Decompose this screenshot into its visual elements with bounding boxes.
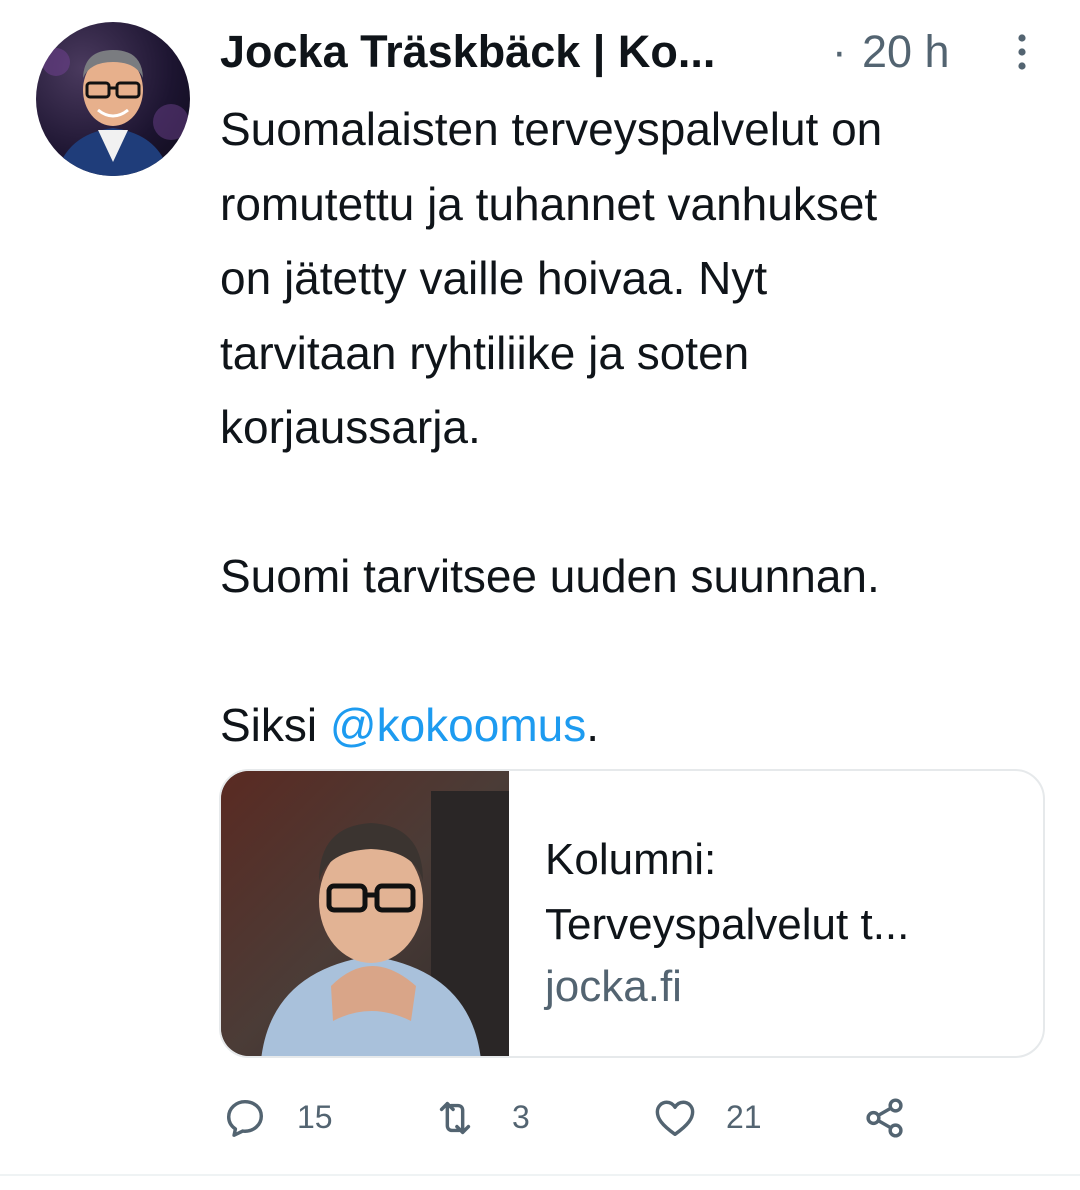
tweet-text-line: on jätetty vaille hoivaa. Nyt — [220, 252, 768, 304]
share-button[interactable] — [860, 1085, 920, 1145]
reply-button[interactable]: 15 — [220, 1085, 360, 1145]
tweet-text-line: korjaussarja. — [220, 401, 481, 453]
like-button[interactable]: 21 — [650, 1085, 790, 1145]
tweet-header: Jocka Träskbäck | Ko... · 20 h — [220, 26, 1040, 82]
retweet-count: 3 — [512, 1099, 530, 1135]
tweet-text-line: Siksi @kokoomus. — [220, 688, 1060, 763]
tweet-text-line: romutettu ja tuhannet vanhukset — [220, 177, 878, 230]
reply-icon — [226, 1099, 264, 1137]
timestamp[interactable]: 20 h — [862, 26, 950, 78]
card-title: Kolumni: Terveyspalvelut t... — [545, 827, 1025, 957]
link-card[interactable]: Kolumni: Terveyspalvelut t... jocka.fi — [219, 769, 1045, 1058]
more-vertical-icon[interactable] — [1010, 32, 1034, 72]
author-avatar[interactable] — [36, 22, 190, 176]
card-title-line: Terveyspalvelut t... — [545, 900, 910, 949]
card-title-line: Kolumni: — [545, 835, 717, 884]
retweet-button[interactable]: 3 — [432, 1085, 572, 1145]
heart-icon — [655, 1100, 695, 1137]
author-name[interactable]: Jocka Träskbäck | Ko... — [220, 26, 715, 78]
mention-link[interactable]: @kokoomus — [330, 699, 586, 751]
tweet-divider — [0, 1174, 1080, 1176]
separator-dot: · — [832, 27, 847, 76]
reply-count: 15 — [297, 1099, 333, 1135]
mention-suffix: . — [586, 699, 600, 751]
card-thumbnail — [221, 771, 509, 1056]
tweet-text: Suomalaisten terveyspalvelut on romutett… — [220, 92, 1060, 763]
mention-prefix: Siksi — [220, 699, 330, 751]
share-icon — [866, 1098, 903, 1138]
retweet-icon — [439, 1101, 471, 1135]
card-domain: jocka.fi — [545, 962, 682, 1011]
card-photo — [221, 771, 509, 1056]
action-bar: 15 3 21 — [220, 1085, 1040, 1145]
like-count: 21 — [726, 1099, 762, 1135]
avatar-photo — [42, 48, 189, 176]
tweet-text-line: Suomi tarvitsee uuden suunnan. — [220, 550, 880, 602]
tweet-text-line: Suomalaisten terveyspalvelut on — [220, 103, 883, 155]
tweet: Jocka Träskbäck | Ko... · 20 h Suomalais… — [0, 0, 1080, 1190]
tweet-text-line: tarvitaan ryhtiliike ja soten — [220, 326, 750, 379]
